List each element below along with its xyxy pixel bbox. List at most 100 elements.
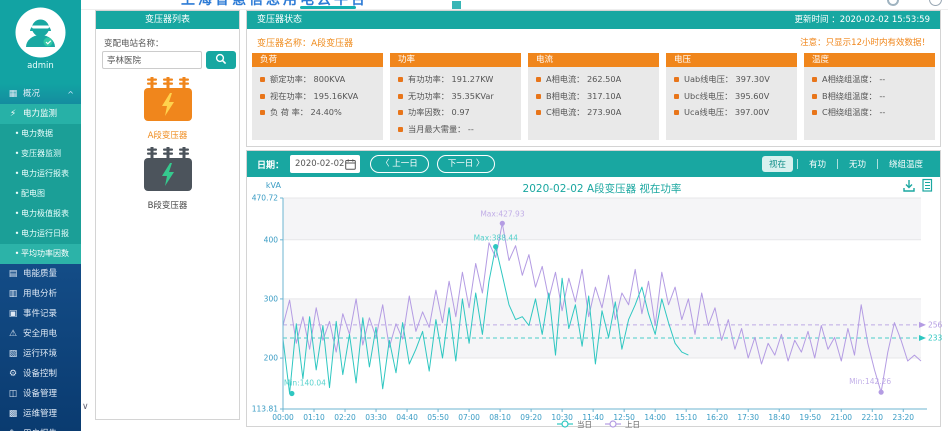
safety-icon: ⚠ bbox=[7, 324, 19, 344]
update-time-label: 更新时间 ： bbox=[795, 15, 840, 25]
tab-有功[interactable]: 有功 bbox=[802, 156, 833, 172]
calendar-icon bbox=[345, 159, 356, 170]
sidebar-item-电力运行报表[interactable]: •电力运行报表 bbox=[0, 164, 81, 184]
data-view-icon[interactable] bbox=[923, 180, 932, 192]
sidebar-item-电力数据[interactable]: •电力数据 bbox=[0, 124, 81, 144]
nav-grid-icon[interactable] bbox=[452, 1, 461, 9]
sidebar-item-设备控制[interactable]: ⚙设备控制 bbox=[0, 364, 81, 384]
status-title: 变压器状态 bbox=[257, 11, 302, 29]
next-day-button[interactable]: 下一日 〉 bbox=[437, 155, 496, 173]
card-metric: A相绕组温度： -- bbox=[812, 73, 929, 85]
x-tick-label: 23:20 bbox=[892, 413, 914, 422]
card-metric: C相电流： 273.90A bbox=[536, 106, 653, 118]
sidebar-item-用电分析[interactable]: ▥用电分析 bbox=[0, 284, 81, 304]
sidebar-item-变压器监测[interactable]: •变压器监测 bbox=[0, 144, 81, 164]
card-metric: 视在功率： 195.16KVA bbox=[260, 90, 377, 102]
card-title: 功率 bbox=[390, 53, 521, 67]
device-control-icon: ⚙ bbox=[7, 364, 19, 384]
transformer-list-header: 变压器列表 bbox=[96, 11, 239, 29]
card-title: 温度 bbox=[804, 53, 935, 67]
sidebar-item-label: 电力运行报表 bbox=[21, 164, 69, 184]
station-name-input[interactable] bbox=[102, 51, 202, 69]
annotation-label: Max:388.44 bbox=[474, 234, 519, 243]
annotation-dot bbox=[493, 244, 498, 249]
transformer-status-panel: 变压器状态 更新时间 ：2020-02-02 15:53:59 变压器名称：A段… bbox=[246, 10, 941, 147]
prev-day-button[interactable]: 〈 上一日 bbox=[370, 155, 429, 173]
search-button[interactable] bbox=[206, 51, 236, 69]
sidebar-item-设备管理[interactable]: ◫设备管理 bbox=[0, 384, 81, 404]
transformer-item-B段变压器[interactable]: B段变压器 bbox=[96, 147, 239, 211]
sidebar-item-安全用电[interactable]: ⚠安全用电 bbox=[0, 324, 81, 344]
environment-icon: ▧ bbox=[7, 344, 19, 364]
tab-视在[interactable]: 视在 bbox=[762, 156, 793, 172]
sidebar-item-label: 电能质量 bbox=[23, 264, 57, 284]
svg-text:上日: 上日 bbox=[625, 420, 640, 428]
x-tick-label: 00:00 bbox=[272, 413, 294, 422]
average-arrow-icon bbox=[919, 322, 926, 328]
card-body: Uab线电压： 397.30VUbc线电压： 395.60VUca线电压： 39… bbox=[666, 67, 797, 140]
card-metric: C相绕组温度： -- bbox=[812, 106, 929, 118]
x-tick-label: 07:00 bbox=[458, 413, 480, 422]
x-tick-label: 17:30 bbox=[737, 413, 759, 422]
chart-controlbar: 日期： 2020-02-02 〈 上一日 下一日 〉 视在有功无功绕组温度 bbox=[247, 151, 940, 177]
transformer-name: 变压器名称：A段变压器 bbox=[257, 36, 353, 49]
avatar[interactable] bbox=[14, 6, 67, 59]
sidebar-item-label: 运行环境 bbox=[23, 344, 57, 364]
active-nav-underline bbox=[300, 6, 356, 9]
y-tick-label: 400 bbox=[264, 235, 279, 244]
sidebar-item-配电图[interactable]: •配电图 bbox=[0, 184, 81, 204]
sidebar-item-label: 概况 bbox=[23, 84, 40, 104]
apparent-power-chart: 256.05233.89Max:427.93Max:388.44Min:140.… bbox=[247, 177, 942, 428]
card-body: 有功功率： 191.27KW无功功率： 35.35KVar功率因数： 0.97当… bbox=[390, 67, 521, 140]
download-icon[interactable] bbox=[904, 180, 914, 191]
sidebar-item-电力监测[interactable]: ⚡电力监测 bbox=[0, 104, 81, 124]
sidebar-item-label: 电力极值报表 bbox=[21, 204, 69, 224]
date-label: 日期： bbox=[257, 158, 284, 171]
alarm-bell-icon[interactable] bbox=[887, 0, 899, 6]
bullet-icon bbox=[398, 77, 403, 82]
sidebar-item-电力运行日报[interactable]: •电力运行日报 bbox=[0, 224, 81, 244]
screen: 上海智慧信息用电云平台 admin ▦概况^⚡电力监测•电力数据•变压器监测•电… bbox=[0, 0, 948, 431]
sidebar-item-label: 用电分析 bbox=[23, 284, 57, 304]
card-title: 负荷 bbox=[252, 53, 383, 67]
date-input[interactable]: 2020-02-02 bbox=[290, 155, 360, 173]
card-metric: 额定功率： 800KVA bbox=[260, 73, 377, 85]
tab-绕组温度[interactable]: 绕组温度 bbox=[882, 156, 930, 172]
transformer-item-A段变压器[interactable]: A段变压器 bbox=[96, 77, 239, 141]
card-metric: Ubc线电压： 395.60V bbox=[674, 90, 791, 102]
sidebar-item-运行环境[interactable]: ▧运行环境 bbox=[0, 344, 81, 364]
sidebar-item-用户报告[interactable]: ✎用户报告 bbox=[0, 424, 81, 431]
sidebar-item-平均功率因数[interactable]: •平均功率因数 bbox=[0, 244, 81, 264]
menu-scroll-down-icon[interactable]: ∨ bbox=[82, 402, 89, 412]
sidebar-item-电能质量[interactable]: ▤电能质量 bbox=[0, 264, 81, 284]
card-metric: Uca线电压： 397.00V bbox=[674, 106, 791, 118]
sidebar-item-运维管理[interactable]: ▩运维管理 bbox=[0, 404, 81, 424]
x-tick-label: 08:10 bbox=[489, 413, 511, 422]
transformer-icon bbox=[142, 77, 194, 123]
user-avatar-icon[interactable] bbox=[929, 0, 942, 6]
card-title: 电压 bbox=[666, 53, 797, 67]
status-cards: 负荷额定功率： 800KVA视在功率： 195.16KVA负 荷 率： 24.4… bbox=[252, 53, 935, 140]
transformer-list-panel: 变压器列表 变配电站名称： A段变压器B段变压器 bbox=[95, 10, 240, 420]
sidebar-item-label: 电力监测 bbox=[23, 104, 57, 124]
annotation-label: Max:427.93 bbox=[480, 209, 525, 218]
sidebar-item-label: 电力数据 bbox=[21, 124, 53, 144]
annotation-dot bbox=[500, 221, 505, 226]
username-label: admin bbox=[0, 61, 81, 71]
sidebar-item-概况[interactable]: ▦概况^ bbox=[0, 84, 81, 104]
chart-area: 256.05233.89Max:427.93Max:388.44Min:140.… bbox=[247, 177, 940, 426]
x-tick-label: 05:50 bbox=[427, 413, 449, 422]
card-metric: 功率因数： 0.97 bbox=[398, 106, 515, 118]
sidebar-item-电力极值报表[interactable]: •电力极值报表 bbox=[0, 204, 81, 224]
tab-无功[interactable]: 无功 bbox=[842, 156, 873, 172]
bullet-icon bbox=[812, 94, 817, 99]
bullet-icon bbox=[398, 127, 403, 132]
chart-panel: 日期： 2020-02-02 〈 上一日 下一日 〉 视在有功无功绕组温度 25… bbox=[246, 150, 941, 427]
sidebar-item-label: 配电图 bbox=[21, 184, 45, 204]
top-header-bar: 上海智慧信息用电云平台 bbox=[81, 0, 948, 10]
status-card-负荷: 负荷额定功率： 800KVA视在功率： 195.16KVA负 荷 率： 24.4… bbox=[252, 53, 383, 140]
sidebar-item-事件记录[interactable]: ▣事件记录 bbox=[0, 304, 81, 324]
bullet-icon bbox=[536, 110, 541, 115]
x-tick-label: 15:10 bbox=[675, 413, 697, 422]
collapse-chevron-icon[interactable]: ^ bbox=[67, 85, 74, 105]
